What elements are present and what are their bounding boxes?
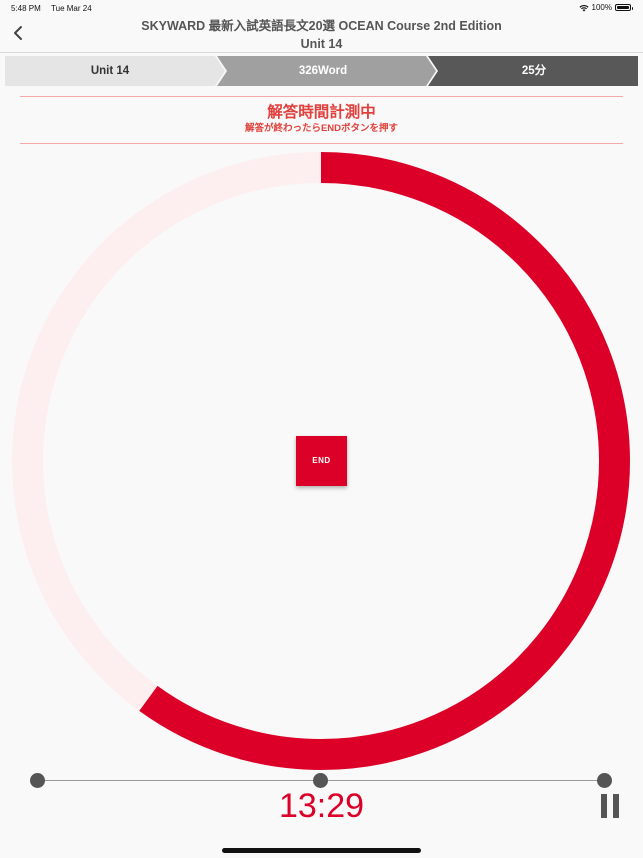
pause-icon-bar-right [613, 794, 619, 818]
pause-button[interactable] [599, 794, 621, 818]
timer-display: 13:29 [278, 787, 365, 825]
home-indicator [222, 848, 421, 853]
end-button[interactable]: END [296, 436, 347, 486]
pause-icon-bar-left [601, 794, 607, 818]
timer-ring [12, 152, 630, 770]
